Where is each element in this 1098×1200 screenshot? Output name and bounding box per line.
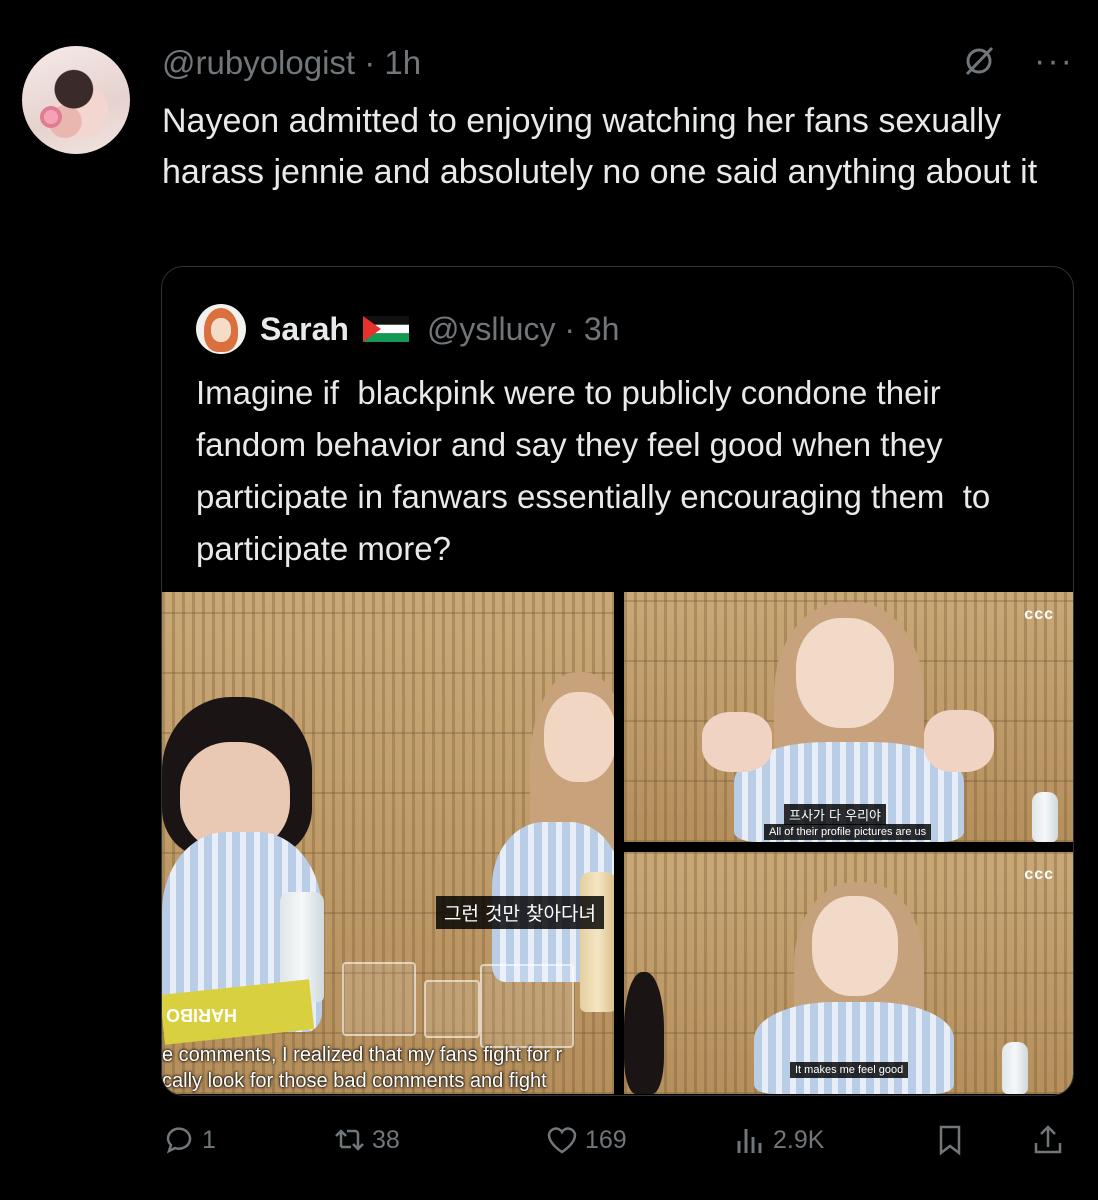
like-icon: [547, 1127, 577, 1154]
hand-right: [924, 710, 994, 772]
media-image-3[interactable]: ccc It makes me feel good: [624, 852, 1073, 1094]
bookmark-button[interactable]: [933, 1123, 1031, 1157]
caption-korean-1: 그런 것만 찾아다녀: [436, 896, 604, 929]
person-face: [796, 618, 894, 728]
caption-english-2: All of their profile pictures are us: [764, 824, 932, 840]
quoted-media-grid: HARIBO 그런 것만 찾아다녀 e comments, I realized…: [162, 592, 1073, 1095]
person-face: [812, 896, 898, 996]
media-image-2[interactable]: ccc 프사가 다 우리야 All of their profile pictu…: [624, 592, 1073, 842]
caption-english-1a: e comments, I realized that my fans figh…: [162, 1044, 563, 1066]
like-button[interactable]: 169: [545, 1123, 733, 1157]
author-handle-time[interactable]: @rubyologist · 1h: [162, 44, 421, 82]
repost-button[interactable]: 38: [332, 1123, 545, 1157]
bookmark-icon: [939, 1125, 961, 1156]
channel-logo: ccc: [1024, 866, 1054, 883]
person-right-face: [544, 692, 614, 782]
quoted-tweet-header: Sarah @ysllucy · 3h: [196, 304, 620, 354]
person-shirt: [754, 1002, 954, 1094]
share-icon: [1034, 1125, 1062, 1154]
glass: [480, 964, 574, 1048]
views-icon: [737, 1129, 762, 1153]
reply-button[interactable]: 1: [162, 1123, 332, 1157]
quoted-tweet-card[interactable]: Sarah @ysllucy · 3h Imagine if blackpink…: [161, 266, 1074, 1096]
more-icon[interactable]: ···: [1034, 44, 1074, 78]
repost-icon: [335, 1129, 364, 1151]
tweet-top-actions: ···: [962, 44, 1074, 78]
quoted-author-name[interactable]: Sarah: [260, 311, 349, 348]
repost-count: 38: [372, 1125, 400, 1154]
palestine-flag-icon: [362, 316, 409, 342]
water-bottle: [1032, 792, 1058, 842]
caption-korean-2: 프사가 다 우리야: [784, 804, 886, 825]
quoted-author-handle-time[interactable]: @ysllucy · 3h: [427, 311, 620, 348]
tweet-actions-bar: 1 38 169 2.9K: [162, 1120, 1074, 1160]
person-side: [624, 972, 664, 1094]
reply-count: 1: [202, 1125, 216, 1154]
author-avatar[interactable]: [22, 46, 130, 154]
views-button[interactable]: 2.9K: [733, 1123, 933, 1157]
water-bottle: [1002, 1042, 1028, 1094]
hand-left: [702, 712, 772, 772]
caption-english-1b: cally look for those bad comments and fi…: [162, 1070, 547, 1092]
snack-bag-label: HARIBO: [166, 1005, 237, 1025]
channel-logo: ccc: [1024, 606, 1054, 623]
caption-english-3: It makes me feel good: [790, 1062, 909, 1078]
glass: [342, 962, 416, 1036]
share-button[interactable]: [1031, 1123, 1071, 1157]
views-count: 2.9K: [773, 1125, 825, 1154]
glass: [424, 980, 480, 1038]
soju-bottle-2: [580, 872, 614, 1012]
reply-icon: [166, 1127, 192, 1154]
quoted-tweet-text: Imagine if blackpink were to publicly co…: [196, 374, 1000, 567]
grok-icon[interactable]: [962, 44, 996, 78]
quoted-author-avatar[interactable]: [196, 304, 246, 354]
media-image-1[interactable]: HARIBO 그런 것만 찾아다녀 e comments, I realized…: [162, 592, 614, 1094]
tweet-text: Nayeon admitted to enjoying watching her…: [162, 102, 1038, 191]
flower-decoration: [40, 106, 62, 128]
like-count: 169: [585, 1125, 627, 1154]
